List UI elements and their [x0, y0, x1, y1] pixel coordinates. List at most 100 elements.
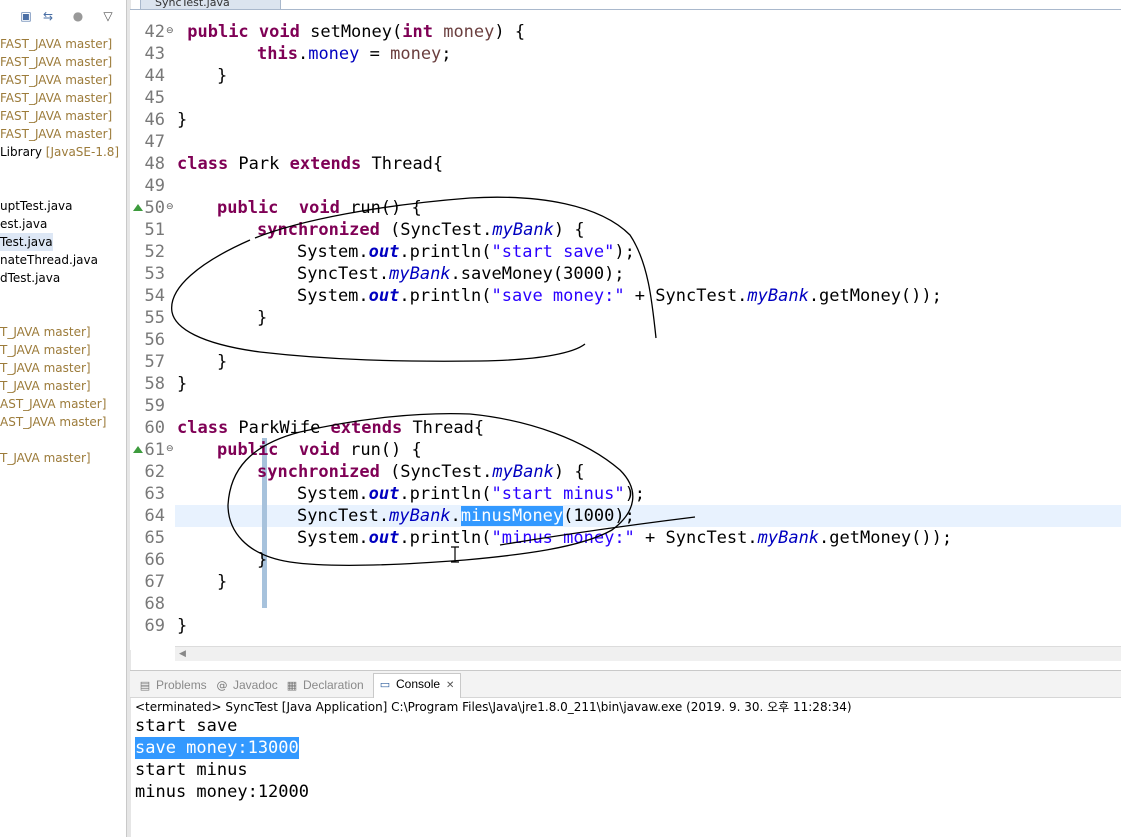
tree-item-label: est.java [0, 217, 48, 231]
fold-toggle-icon[interactable]: ⊖ [166, 26, 174, 36]
tree-item[interactable]: dTest.java [0, 269, 60, 287]
line-number: 68 [144, 594, 165, 614]
code-line-52: System.out.println("start save"); [297, 242, 635, 262]
code-line-61: public void run() { [217, 440, 422, 460]
line-number: 65 [144, 528, 165, 548]
problems-icon: ▤ [139, 679, 151, 692]
line-number: 55 [144, 308, 165, 328]
line-number: 49 [144, 176, 165, 196]
code-line-53: SyncTest.myBank.saveMoney(3000); [297, 264, 625, 284]
tree-item-label: nateThread.java [0, 253, 98, 267]
tree-item-label: FAST_JAVA master] [0, 37, 113, 51]
console-line-selected[interactable]: save money:13000 [135, 737, 299, 759]
line-number: 57 [144, 352, 165, 372]
tree-item[interactable]: uptTest.java [0, 197, 73, 215]
code-line-48: class Park extends Thread{ [177, 154, 444, 174]
tree-item-label: uptTest.java [0, 199, 73, 213]
collapse-all-icon[interactable]: ▣ [18, 8, 34, 24]
tree-item[interactable]: T_JAVA master] [0, 449, 91, 467]
link-with-editor-icon[interactable]: ⇆ [40, 8, 56, 24]
code-editor[interactable]: public void setMoney(int money) { this.m… [175, 10, 1121, 650]
tree-item[interactable]: FAST_JAVA master] [0, 35, 112, 53]
fold-toggle-icon[interactable]: ⊖ [166, 444, 174, 454]
tree-item[interactable]: Test.java [0, 233, 53, 251]
close-icon[interactable]: ✕ [446, 680, 454, 691]
line-number: 58 [144, 374, 165, 394]
code-line-69: } [177, 616, 188, 636]
code-line-42: public void setMoney(int money) { [187, 22, 526, 42]
fold-toggle-icon[interactable]: ⊖ [166, 202, 174, 212]
line-number: 69 [144, 616, 165, 636]
tree-item-label: FAST_JAVA master] [0, 91, 113, 105]
code-line-66: } [257, 550, 268, 570]
line-number: 43 [144, 44, 165, 64]
line-number: 44 [144, 66, 165, 86]
line-number: 46 [144, 110, 165, 130]
code-line-44: } [217, 66, 228, 86]
filter-icon[interactable]: ● [70, 8, 86, 24]
tree-item[interactable]: FAST_JAVA master] [0, 53, 112, 71]
tree-item-label: T_JAVA master] [0, 325, 91, 339]
at-icon: @ [216, 679, 228, 692]
code-line-63: System.out.println("start minus"); [297, 484, 646, 504]
package-explorer-toolbar: ▣ ⇆ ● ▽ [0, 8, 126, 28]
tree-item[interactable]: est.java [0, 215, 47, 233]
tree-item[interactable]: FAST_JAVA master] [0, 125, 112, 143]
code-line-67: } [217, 572, 228, 592]
code-line-46: } [177, 110, 188, 130]
tree-item[interactable]: T_JAVA master] [0, 377, 91, 395]
code-line-62: synchronized (SyncTest.myBank) { [257, 462, 585, 482]
tab-javadoc[interactable]: @ Javadoc [215, 675, 278, 695]
line-number: 59 [144, 396, 165, 416]
code-line-43: this.money = money; [257, 44, 452, 64]
tree-item-label: T_JAVA master] [0, 451, 91, 465]
tree-item-label: FAST_JAVA master] [0, 55, 113, 69]
console-line: minus money:12000 [135, 782, 309, 802]
console-icon: ▭ [379, 678, 391, 691]
package-explorer: ▣ ⇆ ● ▽ FAST_JAVA master] FAST_JAVA maste… [0, 0, 126, 837]
line-number: 67 [144, 572, 165, 592]
selected-text-minusmoney[interactable]: minusMoney [460, 506, 564, 526]
tree-item-label: FAST_JAVA master] [0, 109, 113, 123]
tree-item[interactable]: FAST_JAVA master] [0, 107, 112, 125]
console-process-label: <terminated> SyncTest [Java Application]… [135, 700, 852, 714]
line-number: 47 [144, 132, 165, 152]
line-number: 64 [144, 506, 165, 526]
line-number: 66 [144, 550, 165, 570]
tree-item-decoration: [JavaSE-1.8] [45, 145, 120, 159]
line-number: 51 [144, 220, 165, 240]
tree-item[interactable]: Library [JavaSE-1.8] [0, 143, 119, 161]
view-menu-icon[interactable]: ▽ [100, 8, 116, 24]
line-number: 62 [144, 462, 165, 482]
line-number: 52 [144, 242, 165, 262]
declaration-icon: ▦ [286, 679, 298, 692]
tab-console[interactable]: ▭ Console ✕ [373, 673, 462, 698]
override-marker-icon [133, 204, 143, 211]
tree-item-label: T_JAVA master] [0, 379, 91, 393]
code-line-55: } [257, 308, 268, 328]
tree-item-label: FAST_JAVA master] [0, 73, 113, 87]
line-number: 42 [144, 22, 165, 42]
tree-item-label: AST_JAVA master] [0, 415, 107, 429]
scroll-left-icon[interactable]: ◀ [179, 648, 186, 659]
console-line: start minus [135, 760, 248, 780]
tree-item-label: T_JAVA master] [0, 361, 91, 375]
tab-problems[interactable]: ▤ Problems [138, 675, 207, 695]
tree-item[interactable]: T_JAVA master] [0, 323, 91, 341]
tree-item[interactable]: T_JAVA master] [0, 341, 91, 359]
tree-item[interactable]: AST_JAVA master] [0, 395, 106, 413]
tree-item-label: Test.java [0, 235, 53, 249]
tree-item[interactable]: T_JAVA master] [0, 359, 91, 377]
code-line-54: System.out.println("save money:" + SyncT… [297, 286, 942, 306]
horizontal-scrollbar[interactable]: ◀ [175, 646, 1121, 661]
line-number-gutter: 42 ⊖ 43 44 45 46 47 48 49 50 ⊖ 51 52 53 54 55 56 57 58 59 60… [130, 10, 267, 650]
tree-item[interactable]: AST_JAVA master] [0, 413, 106, 431]
tree-item[interactable]: nateThread.java [0, 251, 98, 269]
tree-item[interactable]: FAST_JAVA master] [0, 71, 112, 89]
tree-item[interactable]: FAST_JAVA master] [0, 89, 112, 107]
tree-item-label: AST_JAVA master] [0, 397, 107, 411]
line-number: 45 [144, 88, 165, 108]
line-number: 63 [144, 484, 165, 504]
tab-declaration[interactable]: ▦ Declaration [285, 675, 364, 695]
code-line-60: class ParkWife extends Thread{ [177, 418, 485, 438]
